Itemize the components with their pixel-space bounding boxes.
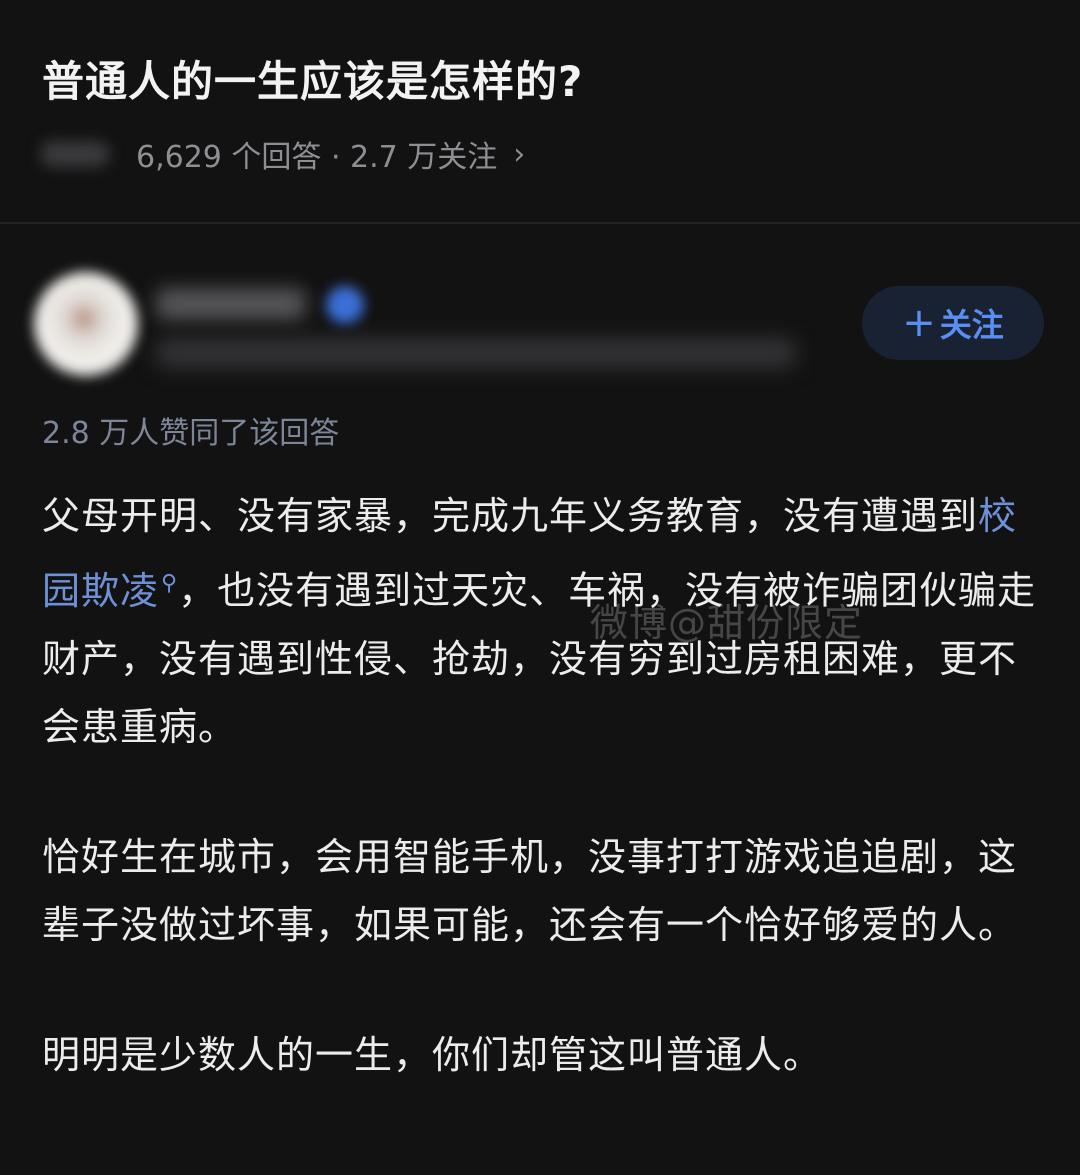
answer-paragraph-1-end: ，也没有遇到过天灾、车祸，没有被诈骗团伙骗走财产，没有遇到性侵、抢劫，没有穷到过… <box>42 568 1037 749</box>
answer-paragraph-1: 父母开明、没有家暴，完成九年义务教育，没有遭遇到校园欺凌⚲，也没有遇到过天灾、车… <box>42 482 1042 761</box>
answer-paragraph-3: 明明是少数人的一生，你们却管这叫普通人。 <box>42 1032 823 1077</box>
question-meta-row[interactable]: 6,629 个回答 · 2.7 万关注 › <box>40 132 525 176</box>
answer-paragraph-2: 恰好生在城市，会用智能手机，没事打打游戏追追剧，这辈子没做过坏事，如果可能，还会… <box>42 834 1018 947</box>
vote-count: 2.8 万人赞同了该回答 <box>42 416 340 451</box>
answer-paragraph-1-start: 父母开明、没有家暴，完成九年义务教育，没有遭遇到 <box>42 494 979 538</box>
blurred-topic-tag <box>40 141 110 167</box>
answer-body: 父母开明、没有家暴，完成九年义务教育，没有遭遇到校园欺凌⚲，也没有遇到过天灾、车… <box>42 482 1042 1151</box>
question-title[interactable]: 普通人的一生应该是怎样的? <box>42 48 583 109</box>
chevron-right-icon: › <box>513 136 526 172</box>
follow-button[interactable]: + 关注 <box>862 286 1044 360</box>
author-row: + 关注 <box>0 262 1080 382</box>
verified-badge-icon <box>326 286 364 324</box>
blurred-author-name[interactable] <box>156 288 306 320</box>
blurred-author-bio <box>156 338 796 368</box>
avatar[interactable] <box>34 272 138 376</box>
question-header: 普通人的一生应该是怎样的? 6,629 个回答 · 2.7 万关注 › <box>0 0 1080 222</box>
plus-icon: + <box>902 300 936 346</box>
answer-follow-count: 6,629 个回答 · 2.7 万关注 <box>136 140 498 175</box>
follow-label: 关注 <box>939 306 1004 344</box>
search-icon: ⚲ <box>161 571 179 596</box>
section-divider <box>0 222 1080 224</box>
